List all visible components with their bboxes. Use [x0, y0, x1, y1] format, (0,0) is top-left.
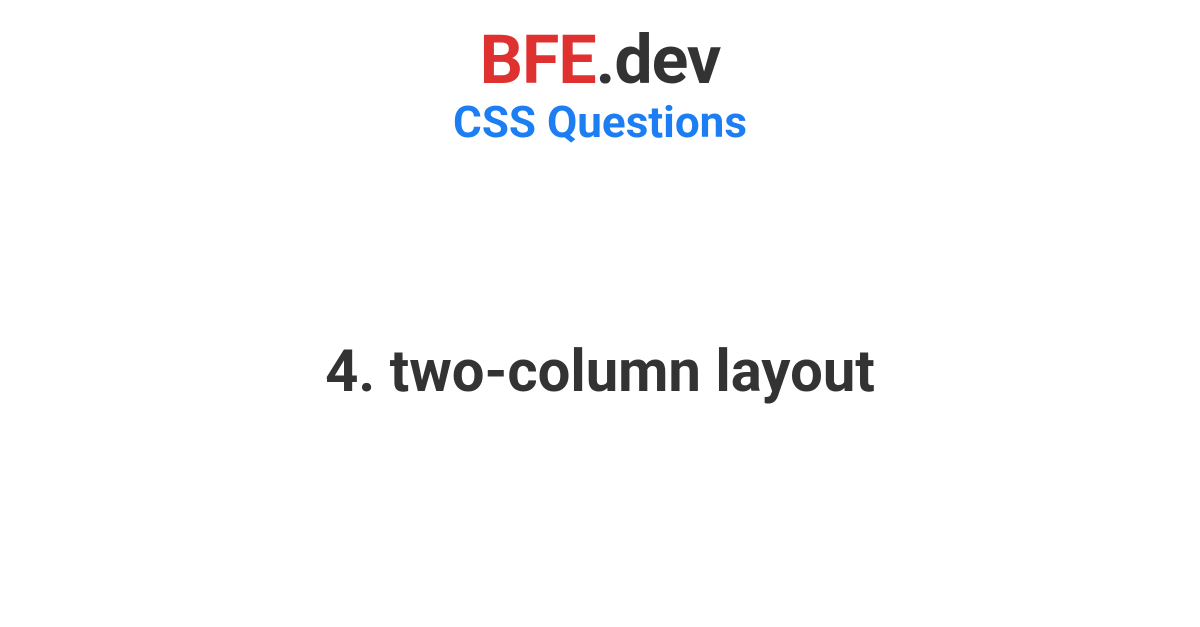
site-logo: BFE.dev [480, 20, 721, 100]
category-label: CSS Questions [453, 96, 747, 148]
question-title: 4. two-column layout [325, 338, 875, 406]
logo-brand: BFE [480, 20, 596, 100]
logo-suffix: .dev [596, 20, 721, 100]
